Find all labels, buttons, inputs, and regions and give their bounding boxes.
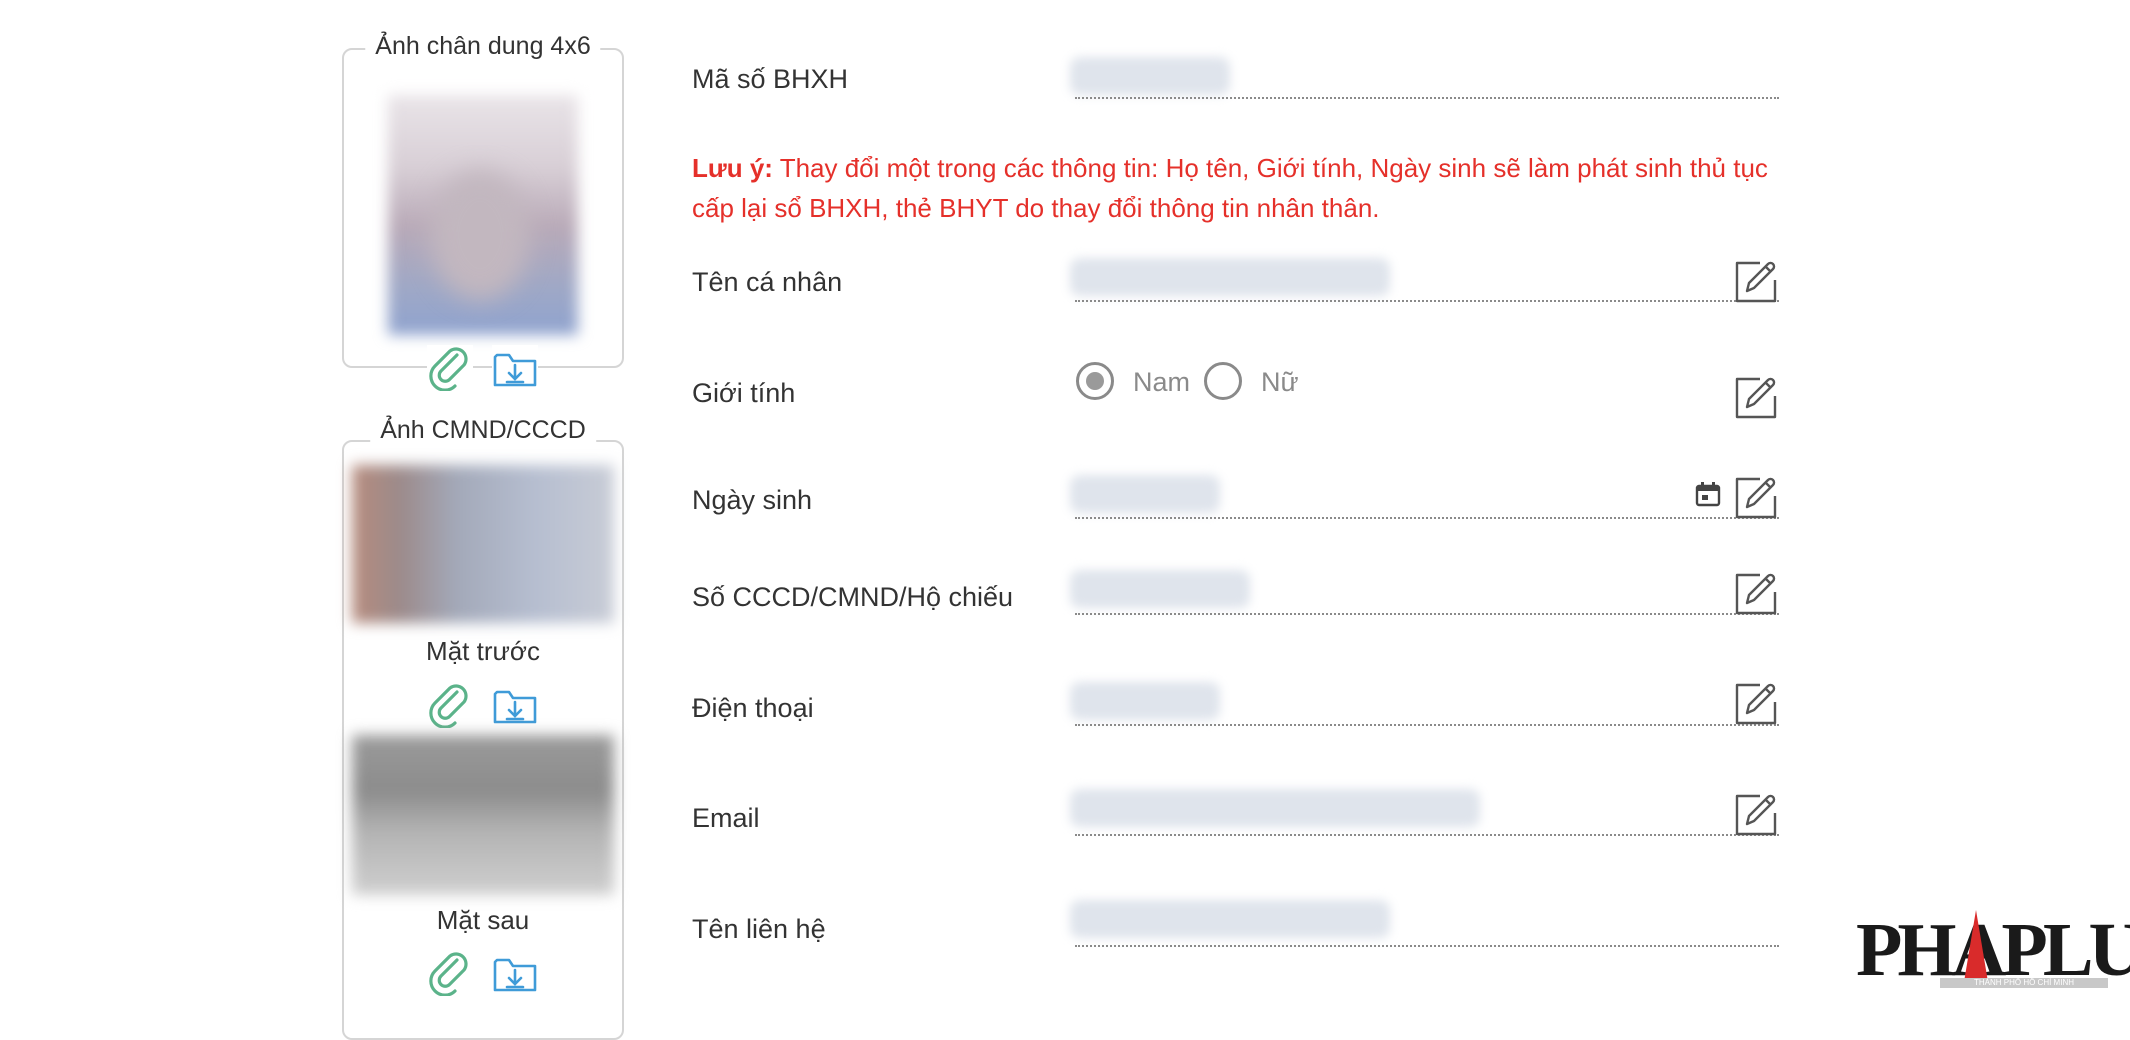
id-number-field[interactable]	[1075, 613, 1779, 615]
name-value	[1070, 258, 1390, 296]
dob-edit-button[interactable]	[1733, 474, 1779, 522]
social-insurance-value	[1070, 57, 1230, 95]
id-back-download-button[interactable]	[492, 950, 538, 996]
id-back-attach-button[interactable]	[427, 950, 473, 996]
gender-edit-button[interactable]	[1733, 374, 1779, 422]
logo-subtext: THÀNH PHỐ HỒ CHÍ MINH	[1940, 978, 2108, 988]
paperclip-icon	[427, 345, 473, 391]
email-field[interactable]	[1075, 834, 1779, 836]
name-label: Tên cá nhân	[692, 267, 843, 297]
phone-edit-button[interactable]	[1733, 680, 1779, 728]
name-field[interactable]	[1075, 300, 1779, 302]
dob-value	[1070, 475, 1220, 513]
dob-field[interactable]	[1075, 517, 1779, 519]
note-text: Thay đổi một trong các thông tin: Họ tên…	[692, 153, 1768, 223]
folder-download-icon	[492, 345, 538, 391]
gender-label: Giới tính	[692, 378, 796, 408]
edit-icon	[1733, 474, 1779, 522]
gender-label-female: Nữ	[1261, 367, 1299, 397]
gender-radio-female[interactable]	[1204, 362, 1242, 400]
email-value	[1070, 789, 1480, 827]
gender-label-male: Nam	[1133, 367, 1191, 397]
edit-icon	[1733, 258, 1779, 306]
paperclip-icon	[427, 950, 473, 996]
id-front-attach-button[interactable]	[427, 682, 473, 728]
social-insurance-field[interactable]	[1075, 97, 1779, 99]
social-insurance-label: Mã số BHXH	[692, 64, 849, 94]
edit-icon	[1733, 791, 1779, 839]
phone-label: Điện thoại	[692, 693, 814, 723]
id-front-download-button[interactable]	[492, 682, 538, 728]
phone-field[interactable]	[1075, 724, 1779, 726]
id-front-photo	[352, 465, 614, 623]
id-card-legend: Ảnh CMND/CCCD	[370, 416, 596, 445]
phapluat-logo: PHAPLUAT	[1856, 908, 2130, 992]
paperclip-icon	[427, 682, 473, 728]
portrait-attach-button[interactable]	[427, 345, 473, 391]
contact-name-label: Tên liên hệ	[692, 914, 826, 944]
calendar-icon[interactable]	[1694, 480, 1722, 508]
dob-label: Ngày sinh	[692, 485, 813, 515]
id-back-photo	[352, 735, 614, 895]
gender-radio-male[interactable]	[1076, 362, 1114, 400]
phone-value	[1070, 682, 1220, 720]
edit-icon	[1733, 680, 1779, 728]
id-number-value	[1070, 570, 1250, 608]
portrait-legend: Ảnh chân dung 4x6	[365, 32, 601, 61]
folder-download-icon	[492, 682, 538, 728]
email-label: Email	[692, 803, 760, 833]
name-edit-button[interactable]	[1733, 258, 1779, 306]
change-warning-note: Lưu ý: Thay đổi một trong các thông tin:…	[692, 148, 1802, 228]
id-number-label: Số CCCD/CMND/Hộ chiếu	[692, 582, 1014, 612]
folder-download-icon	[492, 950, 538, 996]
note-prefix: Lưu ý:	[692, 153, 773, 183]
id-back-caption: Mặt sau	[436, 905, 530, 935]
contact-name-value	[1070, 900, 1390, 938]
id-number-edit-button[interactable]	[1733, 570, 1779, 618]
id-front-caption: Mặt trước	[426, 636, 540, 666]
edit-icon	[1733, 570, 1779, 618]
edit-icon	[1733, 374, 1779, 422]
email-edit-button[interactable]	[1733, 791, 1779, 839]
portrait-download-button[interactable]	[492, 345, 538, 391]
contact-name-field[interactable]	[1075, 945, 1779, 947]
logo-tower-icon	[1964, 910, 1988, 982]
